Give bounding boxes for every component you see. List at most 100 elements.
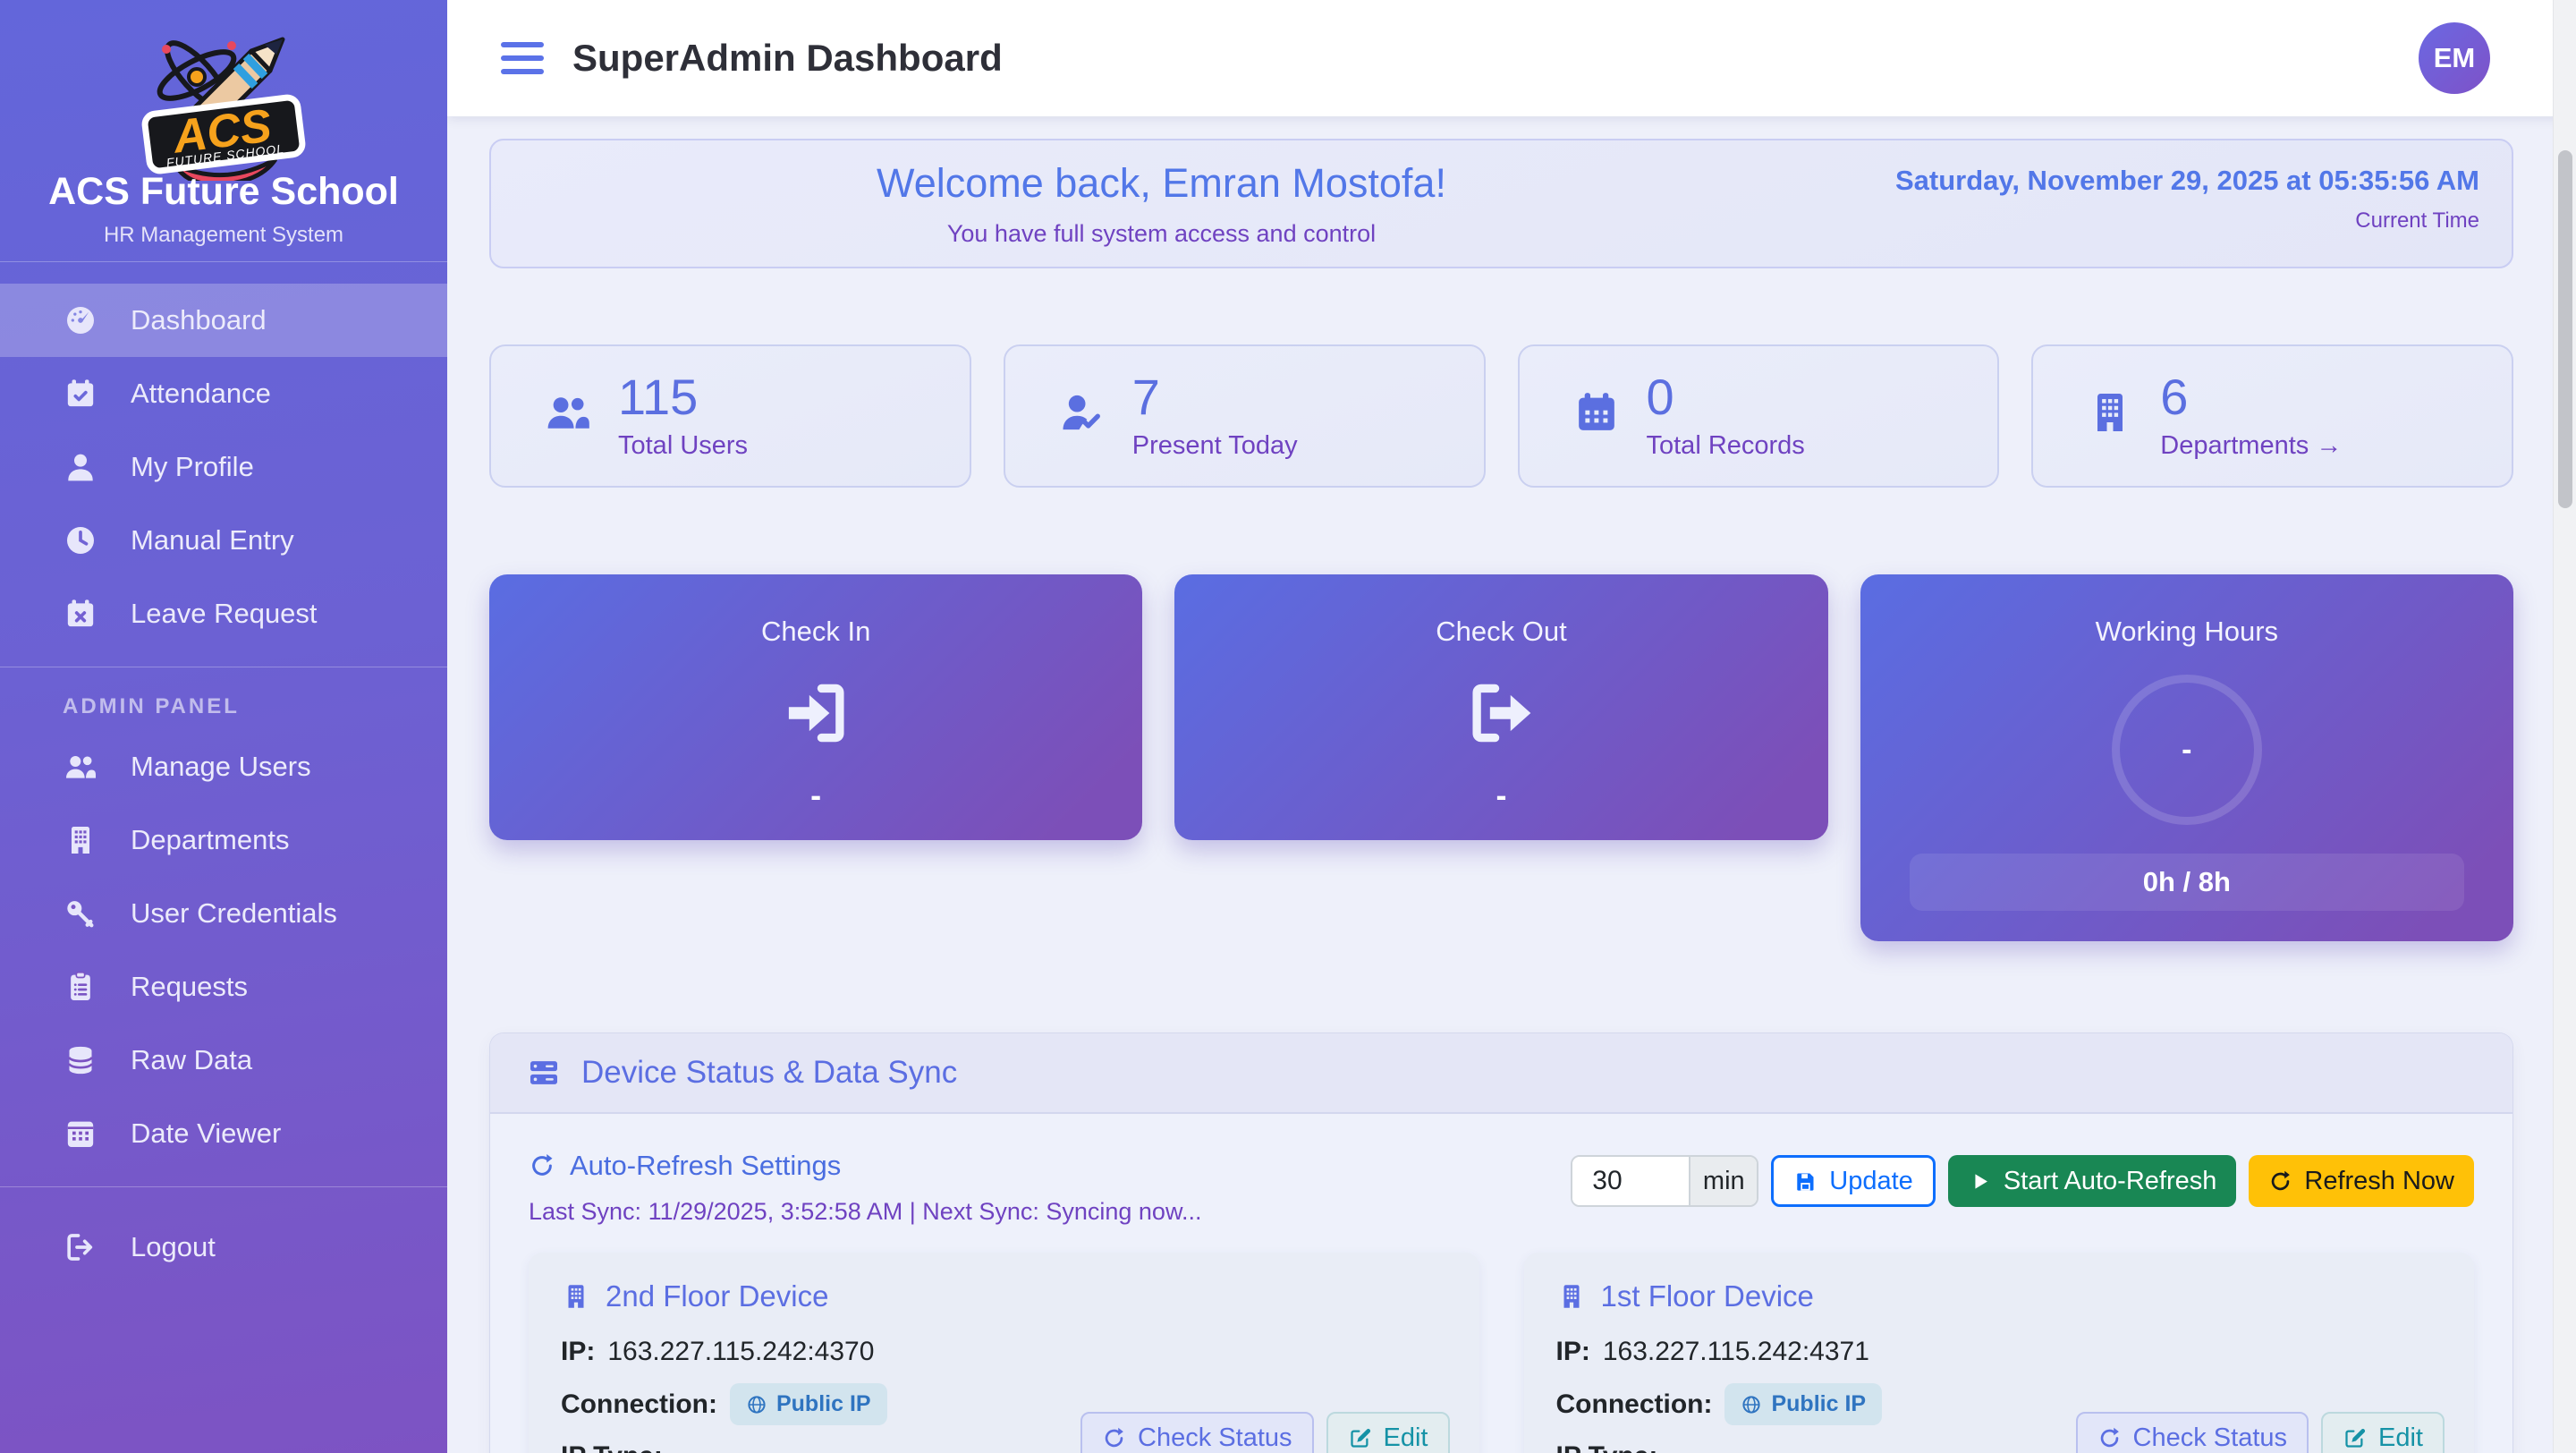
scrollbar-track [2553, 0, 2576, 1453]
play-icon [1968, 1169, 1992, 1194]
person-icon [63, 449, 98, 485]
device-title-row: 2nd Floor Device [561, 1279, 1447, 1313]
working-hours-title: Working Hours [2096, 616, 2278, 648]
arrow-repeat-icon [2097, 1426, 2122, 1450]
people-icon [63, 749, 98, 785]
sidebar-item-manage-users[interactable]: Manage Users [0, 730, 447, 803]
clock-icon [63, 523, 98, 558]
sidebar-item-user-credentials[interactable]: User Credentials [0, 877, 447, 950]
auto-refresh-info: Auto-Refresh Settings Last Sync: 11/29/2… [529, 1150, 1201, 1226]
calendar-check-icon [63, 376, 98, 412]
device-name: 1st Floor Device [1601, 1279, 1814, 1313]
sidebar-item-departments[interactable]: Departments [0, 803, 447, 877]
welcome-banner: Welcome back, Emran Mostofa! You have fu… [489, 139, 2513, 268]
menu-toggle-icon[interactable] [501, 42, 544, 74]
sidebar-item-dashboard[interactable]: Dashboard [0, 284, 447, 357]
stat-card-departments[interactable]: 6 Departments → [2031, 344, 2513, 488]
auto-refresh-row: Auto-Refresh Settings Last Sync: 11/29/2… [529, 1150, 2474, 1226]
current-time-caption: Current Time [1832, 208, 2479, 234]
sidebar-item-label: Raw Data [131, 1044, 252, 1076]
globe-icon [1741, 1394, 1762, 1415]
sidebar: ACS FUTURE SCHOOL ACS Future School HR M… [0, 0, 447, 1453]
people-icon [543, 387, 593, 438]
check-in-title: Check In [761, 616, 870, 648]
working-hours-progress: 0h / 8h [1910, 854, 2464, 911]
device-ip-line: IP:163.227.115.242:4371 [1556, 1337, 2443, 1367]
update-button[interactable]: Update [1771, 1155, 1936, 1207]
device-status-section: Device Status & Data Sync Auto-Refresh S… [489, 1032, 2513, 1453]
check-in-card[interactable]: Check In - [489, 574, 1142, 840]
key-icon [63, 896, 98, 931]
device-section-body: Auto-Refresh Settings Last Sync: 11/29/2… [490, 1114, 2512, 1453]
current-time-block: Saturday, November 29, 2025 at 05:35:56 … [1832, 140, 2512, 267]
sidebar-item-raw-data[interactable]: Raw Data [0, 1024, 447, 1097]
device-ip-line: IP:163.227.115.242:4370 [561, 1337, 1447, 1367]
stat-card-total-records: 0 Total Records [1518, 344, 2000, 488]
current-datetime: Saturday, November 29, 2025 at 05:35:56 … [1832, 165, 2479, 197]
calendar-icon [1572, 387, 1622, 438]
stat-card-total-users: 115 Total Users [489, 344, 971, 488]
building-icon [2085, 387, 2135, 438]
auto-refresh-title-row: Auto-Refresh Settings [529, 1150, 1201, 1182]
building-icon [561, 1281, 591, 1312]
pencil-square-icon [1348, 1426, 1372, 1450]
school-tagline: HR Management System [0, 223, 447, 248]
interval-unit-addon: min [1689, 1157, 1757, 1205]
globe-icon [746, 1394, 767, 1415]
sidebar-item-label: Requests [131, 971, 248, 1003]
admin-panel-label: ADMIN PANEL [63, 694, 447, 719]
sidebar-item-manual-entry[interactable]: Manual Entry [0, 504, 447, 577]
sidebar-item-label: My Profile [131, 451, 254, 483]
check-out-title: Check Out [1436, 616, 1566, 648]
check-status-button[interactable]: Check Status [1080, 1412, 1313, 1453]
stats-row: 115 Total Users 7 Present Today [489, 344, 2513, 488]
edit-button[interactable]: Edit [2321, 1412, 2445, 1453]
database-icon [63, 1042, 98, 1078]
clipboard-icon [63, 969, 98, 1005]
welcome-subtitle: You have full system access and control [947, 220, 1376, 248]
sidebar-item-logout[interactable]: Logout [0, 1211, 447, 1284]
avatar[interactable]: EM [2419, 22, 2490, 94]
building-icon [1556, 1281, 1587, 1312]
sidebar-item-date-viewer[interactable]: Date Viewer [0, 1097, 447, 1170]
superadmin-dashboard-app: ACS FUTURE SCHOOL ACS Future School HR M… [0, 0, 2576, 1453]
device-title-row: 1st Floor Device [1556, 1279, 2443, 1313]
school-name: ACS Future School [0, 170, 447, 214]
sidebar-item-requests[interactable]: Requests [0, 950, 447, 1024]
sidebar-divider [0, 1186, 447, 1187]
page-title: SuperAdmin Dashboard [572, 37, 1003, 80]
scrollbar-thumb[interactable] [2558, 150, 2572, 508]
sidebar-item-label: Leave Request [131, 598, 318, 630]
device-section-header: Device Status & Data Sync [490, 1033, 2512, 1114]
arrow-repeat-icon [529, 1152, 555, 1179]
sidebar-item-label: Manage Users [131, 751, 311, 783]
sidebar-item-attendance[interactable]: Attendance [0, 357, 447, 430]
box-arrow-right-icon [1462, 675, 1539, 752]
welcome-title: Welcome back, Emran Mostofa! [877, 160, 1446, 207]
check-in-value: - [810, 777, 821, 814]
quick-actions-row: Check In - Check Out - Working Hours [489, 574, 2513, 941]
start-auto-refresh-button[interactable]: Start Auto-Refresh [1948, 1155, 2237, 1207]
device-section-title: Device Status & Data Sync [581, 1055, 957, 1091]
stat-card-present-today: 7 Present Today [1004, 344, 1486, 488]
interval-input[interactable] [1572, 1157, 1689, 1205]
public-ip-badge: Public IP [730, 1383, 887, 1425]
hdd-stack-icon [526, 1055, 562, 1091]
calendar-x-icon [63, 596, 98, 632]
refresh-now-button[interactable]: Refresh Now [2249, 1155, 2474, 1207]
auto-refresh-title: Auto-Refresh Settings [570, 1150, 841, 1182]
check-status-button[interactable]: Check Status [2076, 1412, 2309, 1453]
check-out-card[interactable]: Check Out - [1174, 574, 1827, 840]
working-hours-ring: - [2112, 675, 2262, 825]
edit-button[interactable]: Edit [1326, 1412, 1450, 1453]
working-hours-value: - [2182, 733, 2191, 768]
building-icon [63, 822, 98, 858]
sidebar-item-label: Manual Entry [131, 524, 294, 557]
auto-refresh-controls: min Update [1571, 1155, 2474, 1207]
sidebar-item-my-profile[interactable]: My Profile [0, 430, 447, 504]
arrow-repeat-icon [2268, 1169, 2292, 1194]
stat-label: Total Records [1647, 431, 1805, 461]
sidebar-item-label: Dashboard [131, 304, 267, 336]
welcome-text-block: Welcome back, Emran Mostofa! You have fu… [491, 140, 1832, 267]
sidebar-item-leave-request[interactable]: Leave Request [0, 577, 447, 650]
